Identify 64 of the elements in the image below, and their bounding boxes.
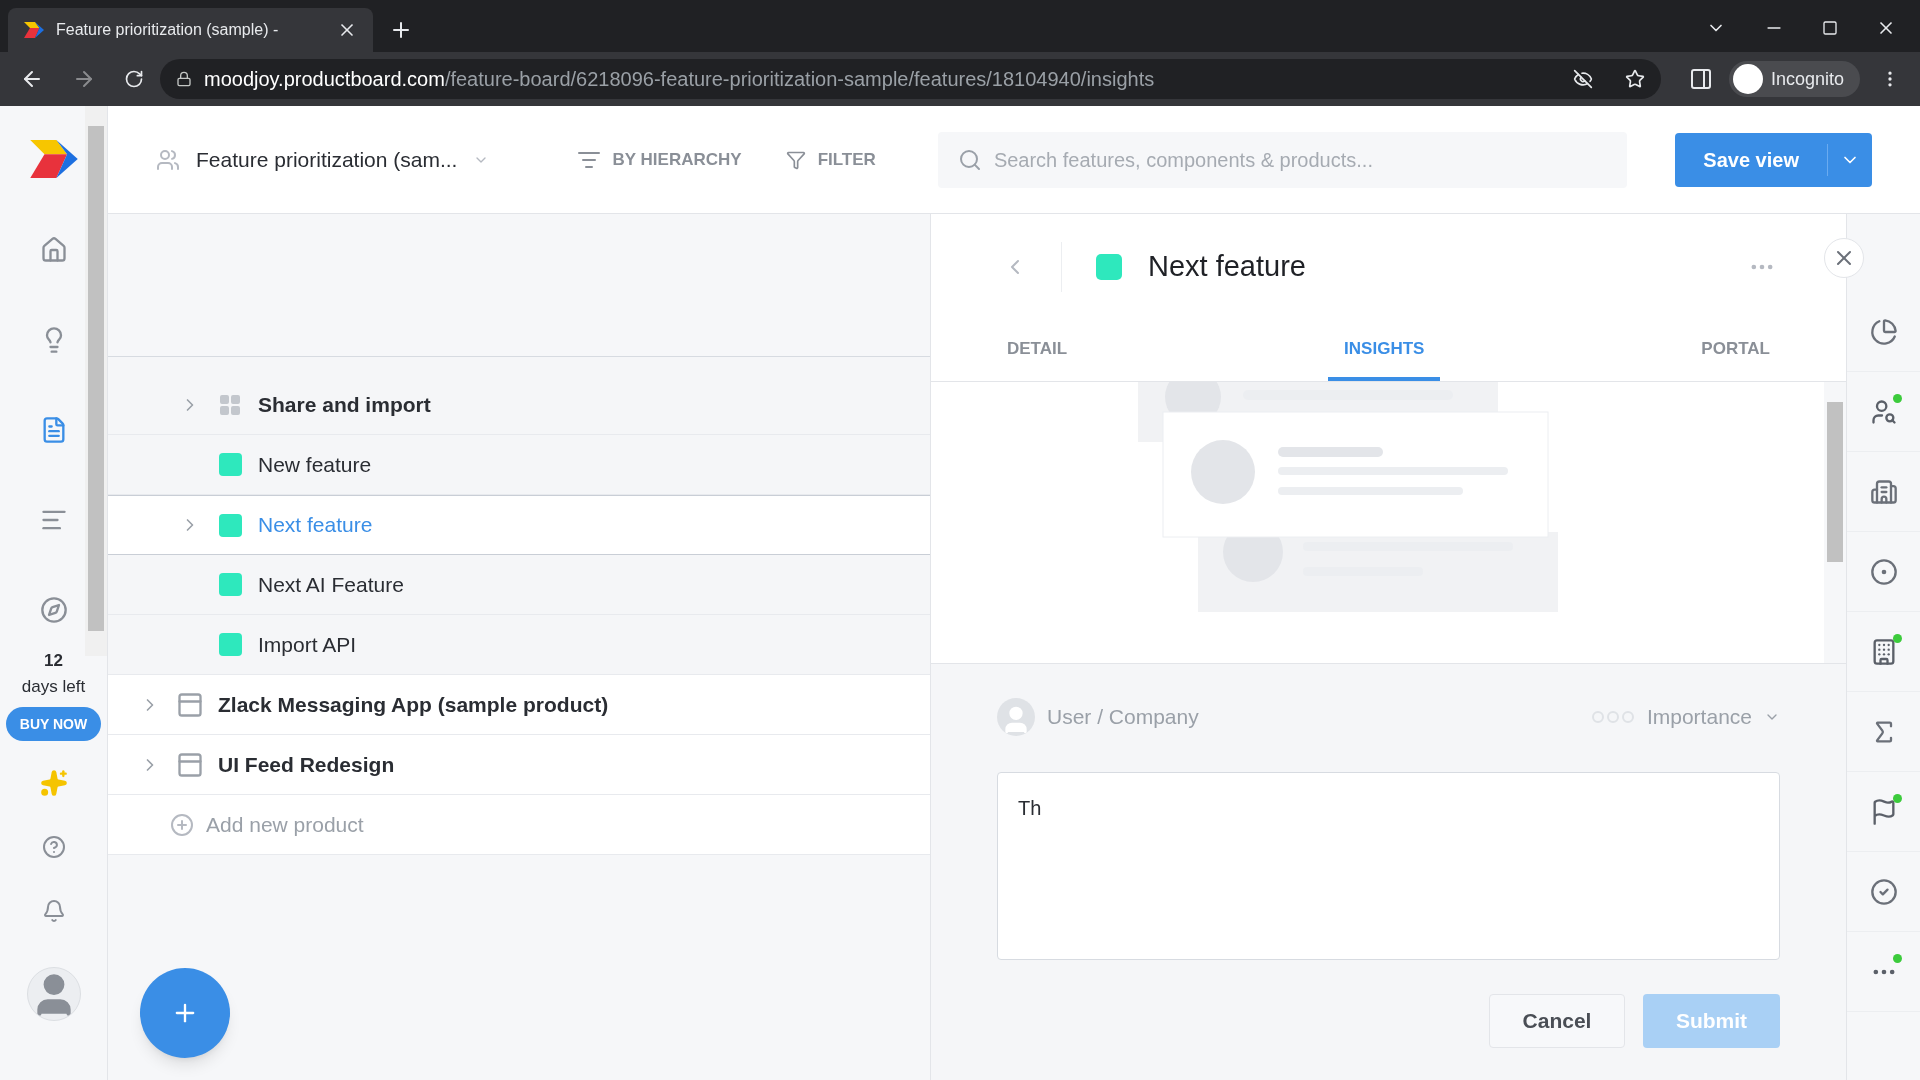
feature-color-square	[218, 513, 242, 537]
importance-dropdown[interactable]: Importance	[1590, 701, 1780, 733]
tree-item-label: Next AI Feature	[258, 571, 404, 598]
pie-chart-icon[interactable]	[1869, 317, 1898, 346]
save-view-button[interactable]: Save view	[1675, 132, 1872, 187]
trial-days-label: days left	[21, 675, 86, 698]
tree-item-label: Share and import	[258, 391, 431, 418]
add-icon	[170, 812, 194, 837]
product-icon	[176, 750, 204, 779]
target-icon[interactable]	[1869, 557, 1898, 586]
user-icon[interactable]	[1869, 397, 1898, 426]
add-product-link[interactable]: Add new product	[206, 808, 364, 841]
feature-title: Next feature	[1148, 249, 1307, 285]
tab[interactable]: PORTAL	[1685, 320, 1786, 381]
url-text: moodjoy.productboard.com/feature-board/6218096-feature-prioritization-sample/features/18104940/insights	[204, 67, 1156, 92]
scrollbar-thumb[interactable]	[88, 126, 104, 631]
feature-color-square	[218, 573, 242, 596]
feature-color-square	[218, 633, 242, 656]
product-icon	[176, 690, 204, 719]
browser-tab[interactable]: Feature prioritization (sample) -	[8, 8, 373, 52]
reload-icon[interactable]	[124, 69, 144, 89]
eye-off-icon[interactable]	[1572, 69, 1593, 89]
tree-row[interactable]: UI Feed Redesign	[108, 735, 930, 795]
tree-item-label: UI Feed Redesign	[218, 751, 395, 778]
tree-row[interactable]: Zlack Messaging App (sample product)	[108, 675, 930, 735]
tree-item-label: Import API	[258, 631, 357, 658]
profile-chip[interactable]: Incognito	[1728, 61, 1860, 97]
grid-icon	[218, 392, 242, 417]
tree-row[interactable]: Add new product	[108, 795, 930, 855]
app-logo-icon	[24, 22, 44, 38]
tree-item-label: New feature	[258, 451, 372, 478]
avatar	[997, 698, 1035, 736]
insight-note-field[interactable]: Th	[997, 772, 1780, 960]
feature-color-square	[218, 453, 242, 476]
compass-icon[interactable]	[39, 596, 68, 624]
bookmark-star-icon[interactable]	[1624, 69, 1645, 89]
buy-now-button[interactable]: BUY NOW	[6, 707, 101, 741]
tab-title: Feature prioritization (sample) -	[56, 20, 280, 40]
filter-button[interactable]: FILTER	[785, 146, 876, 173]
cancel-button[interactable]: Cancel	[1489, 994, 1625, 1048]
lock-icon	[176, 71, 192, 87]
tree-item-label: Next feature	[258, 512, 373, 539]
help-icon[interactable]	[41, 835, 66, 859]
avatar[interactable]	[26, 967, 81, 1021]
tab[interactable]: DETAIL	[991, 320, 1084, 381]
check-circle-icon[interactable]	[1869, 877, 1898, 906]
tree-row[interactable]: Next feature	[108, 495, 930, 555]
home-icon[interactable]	[39, 236, 68, 264]
board-selector[interactable]: Feature prioritization (sam...	[156, 143, 517, 176]
users-icon	[156, 147, 180, 172]
close-button[interactable]	[1824, 238, 1864, 278]
search-icon	[957, 147, 982, 172]
tree-item-label: Zlack Messaging App (sample product)	[218, 691, 609, 718]
building-icon[interactable]	[1869, 477, 1898, 506]
trial-days-count: 12	[44, 650, 63, 672]
group-by-button[interactable]: BY HIERARCHY	[576, 146, 742, 173]
bell-icon[interactable]	[41, 899, 66, 923]
filter-icon	[785, 149, 806, 170]
search-field[interactable]: Search features, components & products...	[937, 131, 1628, 188]
side-panel-icon[interactable]	[1688, 67, 1713, 91]
restore-icon[interactable]	[1822, 20, 1838, 36]
user-company-field[interactable]: User / Company	[997, 698, 1591, 736]
scrollbar-thumb[interactable]	[1827, 402, 1843, 562]
address-bar[interactable]: moodjoy.productboard.com/feature-board/6218096-feature-prioritization-sample/features/18104940/insights	[160, 59, 1661, 99]
